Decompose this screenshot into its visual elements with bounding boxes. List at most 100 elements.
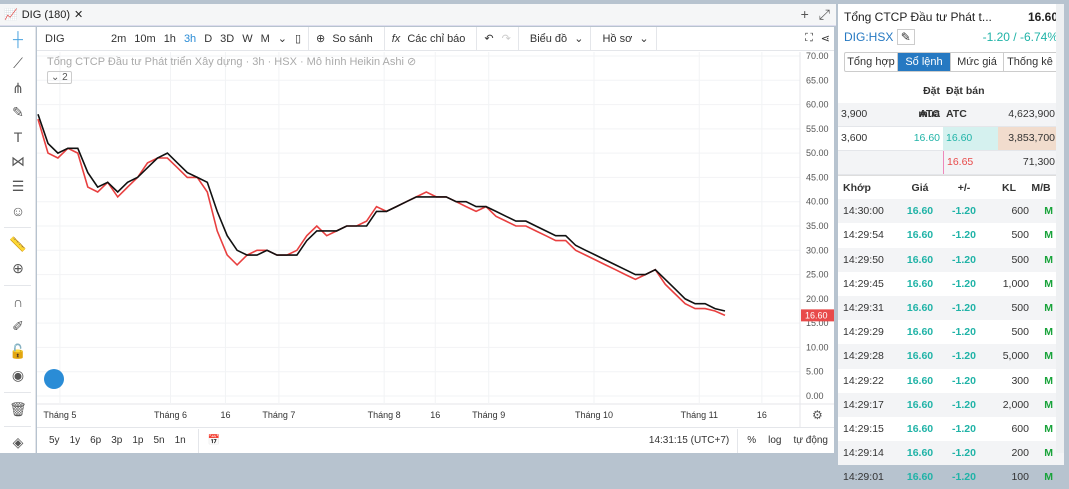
x-tick-label: 16 — [430, 410, 440, 420]
tab-3[interactable]: Thống kê — [1004, 53, 1057, 71]
orderbook-cell — [898, 151, 943, 174]
percent-toggle[interactable]: % — [741, 435, 762, 446]
edit-icon[interactable]: ✎ — [896, 29, 915, 45]
interval-1h[interactable]: 1h — [160, 33, 180, 45]
redo-icon[interactable]: ↷ — [498, 32, 515, 45]
lock-drawing-icon[interactable]: ✐ — [0, 315, 36, 340]
trade-cell: M — [1044, 205, 1053, 218]
last-price-label: 16.60 — [805, 310, 828, 320]
trade-cell: -1.20 — [952, 205, 976, 218]
close-icon[interactable]: ✕ — [74, 8, 83, 21]
interval-D[interactable]: D — [200, 33, 216, 45]
candle-style-icon[interactable]: ▯ — [291, 32, 305, 45]
range-5n[interactable]: 5n — [154, 435, 165, 446]
y-tick-label: 50.00 — [806, 148, 829, 158]
orderbook-cell: 4,623,900 — [1008, 108, 1055, 120]
tab-2[interactable]: Mức giá — [951, 53, 1004, 71]
trade-cell: 14:29:22 — [843, 374, 884, 387]
chart-legend: Tổng CTCP Đầu tư Phát triển Xây dựng · 3… — [47, 55, 416, 68]
text-icon[interactable]: T — [0, 125, 36, 150]
symbol-label[interactable]: DIG — [37, 33, 107, 45]
crosshair-icon[interactable]: ┼ — [0, 27, 36, 52]
range-1y[interactable]: 1y — [70, 435, 81, 446]
interval-W[interactable]: W — [238, 33, 256, 45]
pitchfork-icon[interactable]: ⋔ — [0, 76, 36, 101]
trade-cell: -1.20 — [952, 422, 976, 435]
interval-M[interactable]: M — [257, 33, 274, 45]
trade-cell: -1.20 — [952, 301, 976, 314]
orderbook-row: 3,600 16.60 16.60 3,853,700 — [838, 127, 1064, 151]
interval-2m[interactable]: 2m — [107, 33, 130, 45]
trade-row: 14:29:22 16.60 -1.20 300 M — [838, 369, 1064, 393]
eye-icon[interactable]: ◉ — [0, 364, 36, 389]
price-chart[interactable]: 70.00 65.00 60.00 55.00 50.00 45.00 40.00 35.00… — [37, 52, 834, 427]
hide-icon[interactable]: ⊘ — [407, 56, 416, 68]
calendar-icon[interactable]: 📅 — [202, 435, 226, 446]
undo-icon[interactable]: ↶ — [480, 32, 497, 45]
magnet-icon[interactable]: ∩ — [0, 290, 36, 315]
profile-dropdown[interactable]: Hồ sơ ⌄ — [594, 32, 652, 45]
tab-0[interactable]: Tổng hợp — [845, 53, 898, 71]
x-tick-label: Tháng 10 — [575, 410, 613, 420]
tab-1[interactable]: Sổ lệnh — [898, 53, 951, 71]
trade-cell: -1.20 — [952, 277, 976, 290]
range-3p[interactable]: 3p — [111, 435, 122, 446]
cloud-icon — [44, 369, 64, 389]
x-tick-label: Tháng 7 — [262, 410, 295, 420]
chart-tab[interactable]: 📈 DIG (180) ✕ — [4, 8, 83, 22]
trade-cell: 16.60 — [906, 301, 934, 314]
trade-cell: -1.20 — [952, 253, 976, 266]
ruler-icon[interactable]: 📏 — [0, 232, 36, 257]
scrollbar[interactable] — [1056, 4, 1064, 453]
range-1n[interactable]: 1n — [175, 435, 186, 446]
y-tick-label: 25.00 — [806, 270, 829, 280]
trash-icon[interactable]: 🗑 — [0, 397, 36, 422]
range-5y[interactable]: 5y — [49, 435, 60, 446]
expand-icon[interactable]: ⤢ — [819, 6, 830, 23]
chart-icon: 📈 — [4, 9, 18, 21]
chart-type-dropdown[interactable]: Biểu đồ ⌄ — [522, 32, 588, 45]
price-change: -1.20 / -6.74% — [982, 30, 1058, 44]
auto-toggle[interactable]: tự động — [788, 435, 835, 446]
trade-cell: -1.20 — [952, 326, 976, 339]
zoom-in-icon[interactable]: ⊕ — [0, 257, 36, 282]
y-tick-label: 20.00 — [806, 294, 829, 304]
orderbook-cell: 71,300 — [1022, 156, 1055, 168]
indicators-label: Các chỉ báo — [407, 32, 466, 45]
orderbook-cell: ATC — [919, 108, 940, 120]
y-tick-label: 65.00 — [806, 75, 829, 85]
trend-line-icon[interactable]: ⟋ — [0, 52, 36, 77]
chevron-down-icon[interactable]: ⌄ — [274, 32, 291, 45]
emoji-icon[interactable]: ☺ — [0, 199, 36, 224]
series-line-black — [37, 114, 726, 312]
interval-10m[interactable]: 10m — [130, 33, 159, 45]
range-1p[interactable]: 1p — [132, 435, 143, 446]
trade-cell: 14:30:00 — [843, 205, 884, 218]
brush-icon[interactable]: ✎ — [0, 101, 36, 126]
collapse-indicators-button[interactable]: ⌄ 2 — [47, 71, 72, 84]
interval-3h[interactable]: 3h — [180, 33, 200, 45]
interval-3D[interactable]: 3D — [216, 33, 238, 45]
layers-icon[interactable]: ◈ — [0, 431, 36, 456]
trade-row: 14:29:17 16.60 -1.20 2,000 M — [838, 392, 1064, 417]
compare-button[interactable]: ⊕ So sánh — [312, 32, 381, 45]
fullscreen-icon[interactable]: ⛶ — [801, 32, 817, 45]
range-6p[interactable]: 6p — [90, 435, 101, 446]
add-tab-button[interactable]: + — [801, 6, 809, 23]
y-tick-label: 40.00 — [806, 197, 829, 207]
lock-icon[interactable]: 🔓 — [0, 339, 36, 364]
log-toggle[interactable]: log — [762, 435, 787, 446]
last-price: 16.60 — [1027, 10, 1058, 24]
share-icon[interactable]: ⋖ — [817, 32, 834, 45]
trade-cell: M — [1044, 229, 1053, 242]
trade-cell: -1.20 — [952, 471, 976, 484]
trade-cell: -1.20 — [952, 229, 976, 242]
prediction-icon[interactable]: ☰ — [0, 174, 36, 199]
pattern-icon[interactable]: ⋈ — [0, 150, 36, 175]
trade-cell: 2,000 — [1002, 398, 1029, 411]
trade-cell: 300 — [1011, 374, 1029, 387]
x-tick-label: 16 — [220, 410, 230, 420]
y-tick-label: 70.00 — [806, 52, 829, 61]
indicators-button[interactable]: fx Các chỉ báo — [388, 33, 474, 45]
trade-cell: -1.20 — [952, 447, 976, 460]
